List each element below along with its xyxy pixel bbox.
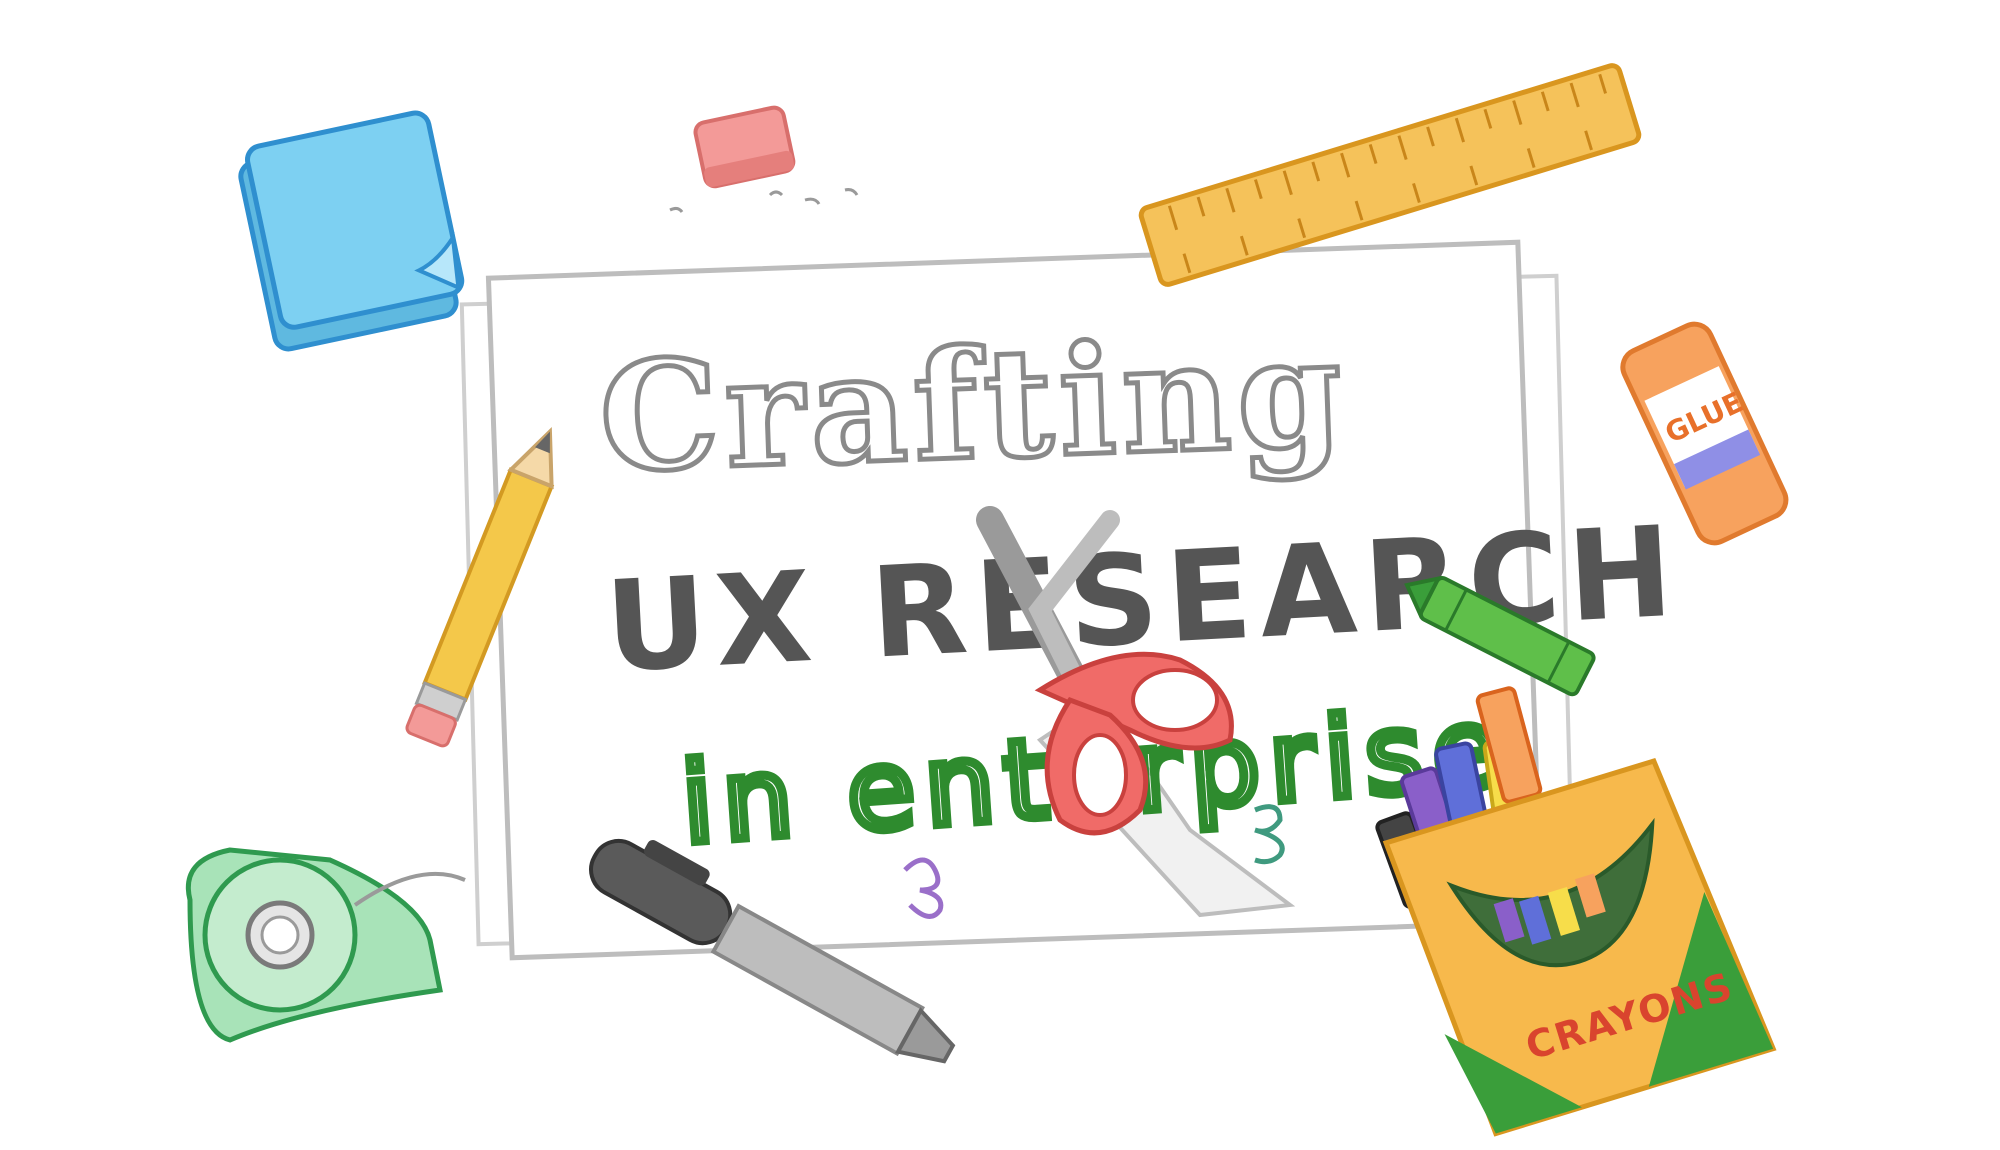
title-line-crafting: Crafting	[597, 304, 1351, 506]
sticky-note-icon	[238, 110, 465, 352]
crayon-box-icon: CRAYONS	[1375, 686, 1777, 1137]
eraser-crumbs	[669, 188, 859, 213]
tape-dispenser-icon	[185, 847, 466, 1043]
illustration-canvas: Crafting UX RESEARCH in enterprise GLUE …	[185, 63, 1789, 1137]
eraser-icon	[693, 105, 796, 189]
